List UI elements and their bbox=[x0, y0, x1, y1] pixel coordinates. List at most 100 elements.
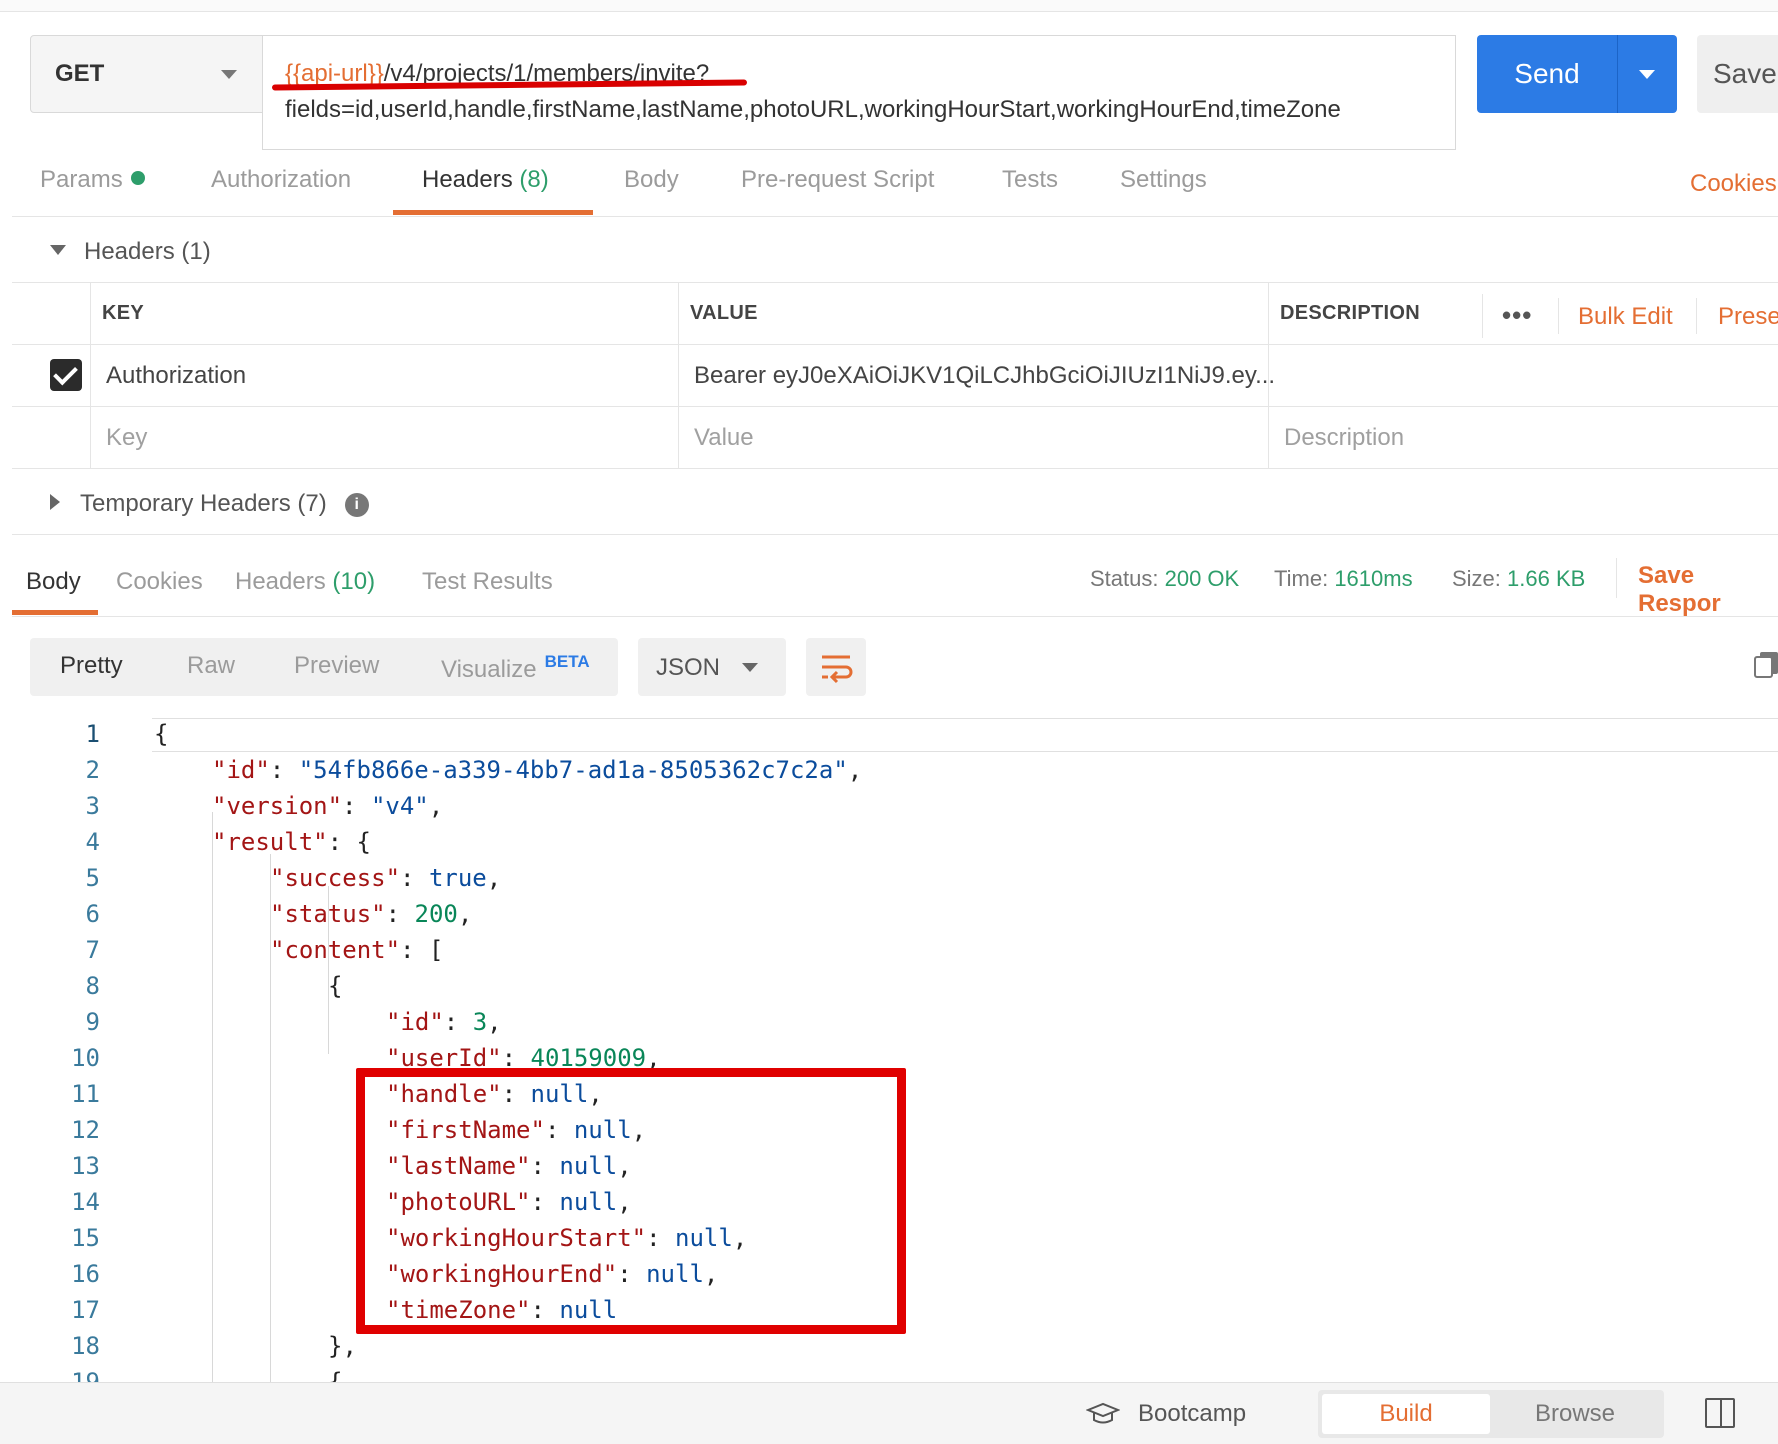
tab-test-results[interactable]: Test Results bbox=[422, 568, 553, 596]
json-key: "status" bbox=[270, 900, 386, 928]
copy-glyph bbox=[1754, 652, 1778, 678]
line-number: 16 bbox=[71, 1260, 100, 1288]
json-key: "id" bbox=[212, 756, 270, 784]
view-raw-button[interactable]: Raw bbox=[187, 652, 235, 680]
divider bbox=[12, 344, 1778, 345]
json-number: 3 bbox=[472, 1008, 488, 1036]
status-value: 200 OK bbox=[1164, 566, 1240, 591]
tab-body[interactable]: Body bbox=[624, 166, 679, 194]
send-label: Send bbox=[1514, 58, 1580, 89]
header-value-cell[interactable]: Bearer eyJ0eXAiOiJKV1QiLCJhbGciOiJIUzI1N… bbox=[694, 362, 1275, 390]
line-number: 19 bbox=[71, 1368, 100, 1382]
divider bbox=[12, 468, 1778, 469]
caret-down-icon bbox=[50, 245, 66, 255]
tab-response-headers-count: (10) bbox=[332, 568, 376, 595]
view-visualize-button[interactable]: Visualize BETA bbox=[441, 652, 590, 684]
indent-guide bbox=[212, 812, 213, 1382]
copy-icon[interactable] bbox=[1754, 650, 1778, 678]
send-button[interactable]: Send bbox=[1477, 35, 1677, 113]
line-number: 5 bbox=[85, 864, 100, 892]
graduation-cap-glyph bbox=[1085, 1402, 1121, 1424]
caret-right-icon bbox=[50, 494, 60, 510]
chevron-down-icon bbox=[221, 70, 237, 79]
format-label: JSON bbox=[656, 654, 721, 681]
wrap-lines-icon[interactable] bbox=[806, 638, 866, 696]
tab-headers[interactable]: Headers (8) bbox=[422, 166, 549, 194]
response-status: Status: 200 OK bbox=[1090, 566, 1239, 592]
line-number: 17 bbox=[71, 1296, 100, 1324]
send-options-button[interactable] bbox=[1618, 69, 1676, 79]
line-number: 9 bbox=[85, 1008, 100, 1036]
tab-tests[interactable]: Tests bbox=[1002, 166, 1058, 194]
tab-prerequest-script[interactable]: Pre-request Script bbox=[741, 166, 934, 194]
tab-response-cookies[interactable]: Cookies bbox=[116, 568, 203, 596]
bulk-edit-link[interactable]: Bulk Edit bbox=[1578, 303, 1673, 331]
format-select[interactable]: JSON bbox=[638, 638, 786, 696]
divider bbox=[12, 216, 1778, 217]
line-number: 4 bbox=[85, 828, 100, 856]
save-response-button[interactable]: Save Respor bbox=[1638, 562, 1778, 618]
new-value-input[interactable]: Value bbox=[694, 424, 754, 452]
view-pretty-button[interactable]: Pretty bbox=[60, 652, 123, 680]
response-time: Time: 1610ms bbox=[1274, 566, 1413, 592]
header-key-cell[interactable]: Authorization bbox=[106, 362, 246, 390]
bootcamp-link[interactable]: Bootcamp bbox=[1138, 1400, 1246, 1428]
save-label: Save bbox=[1713, 58, 1777, 89]
url-input[interactable]: {{api-url}}/v4/projects/1/members/invite… bbox=[262, 35, 1456, 150]
new-key-input[interactable]: Key bbox=[106, 424, 147, 452]
line-number: 14 bbox=[71, 1188, 100, 1216]
time-value: 1610ms bbox=[1334, 566, 1413, 591]
temporary-headers-toggle[interactable]: Temporary Headers (7) i bbox=[50, 490, 369, 518]
active-tab-indicator bbox=[393, 210, 593, 215]
save-button[interactable]: Save bbox=[1697, 35, 1778, 113]
annotation-highlight-box bbox=[356, 1068, 906, 1334]
line-number: 15 bbox=[71, 1224, 100, 1252]
graduation-cap-icon bbox=[1085, 1402, 1121, 1426]
line-number: 2 bbox=[85, 756, 100, 784]
tab-headers-label: Headers bbox=[422, 166, 513, 193]
header-enabled-checkbox[interactable] bbox=[50, 359, 82, 391]
json-boolean: true bbox=[428, 864, 487, 892]
line-number: 11 bbox=[71, 1080, 100, 1108]
method-select[interactable]: GET bbox=[30, 35, 264, 113]
window-top-strip bbox=[0, 0, 1778, 12]
view-preview-button[interactable]: Preview bbox=[294, 652, 379, 680]
new-description-input[interactable]: Description bbox=[1284, 424, 1404, 452]
build-mode-button[interactable]: Build bbox=[1322, 1394, 1490, 1434]
divider bbox=[678, 282, 679, 468]
time-label: Time: bbox=[1274, 566, 1329, 591]
line-number: 7 bbox=[85, 936, 100, 964]
line-number: 3 bbox=[85, 792, 100, 820]
wrap-lines-glyph bbox=[822, 655, 853, 684]
beta-badge: BETA bbox=[544, 652, 590, 671]
two-pane-layout-icon[interactable] bbox=[1705, 1398, 1735, 1428]
divider bbox=[1616, 558, 1617, 598]
divider bbox=[1482, 294, 1483, 338]
tab-params[interactable]: Params bbox=[40, 166, 145, 194]
tab-authorization[interactable]: Authorization bbox=[211, 166, 351, 194]
tab-response-body[interactable]: Body bbox=[26, 568, 81, 596]
line-number: 12 bbox=[71, 1116, 100, 1144]
json-string: "v4" bbox=[370, 792, 429, 820]
line-number: 8 bbox=[85, 972, 100, 1000]
divider bbox=[90, 282, 91, 468]
info-icon[interactable]: i bbox=[344, 493, 369, 517]
presets-link[interactable]: Prese bbox=[1718, 303, 1778, 331]
json-key: "version" bbox=[212, 792, 343, 820]
tab-response-headers[interactable]: Headers (10) bbox=[235, 568, 375, 596]
status-label: Status: bbox=[1090, 566, 1159, 591]
json-string: "54fb866e-a339-4bb7-ad1a-8505362c7c2a" bbox=[298, 756, 848, 784]
headers-section-title: Headers (1) bbox=[84, 238, 211, 265]
chevron-down-icon bbox=[742, 663, 758, 672]
params-indicator-dot bbox=[130, 171, 145, 185]
browse-mode-button[interactable]: Browse bbox=[1490, 1394, 1660, 1434]
json-key: "content" bbox=[270, 936, 401, 964]
headers-section-toggle[interactable]: Headers (1) bbox=[50, 238, 211, 266]
divider bbox=[12, 616, 1778, 617]
size-label: Size: bbox=[1452, 566, 1501, 591]
tab-settings[interactable]: Settings bbox=[1120, 166, 1207, 194]
more-options-icon[interactable]: ••• bbox=[1502, 300, 1532, 331]
tab-params-label: Params bbox=[40, 166, 123, 193]
size-value: 1.66 KB bbox=[1507, 566, 1586, 591]
cookies-link[interactable]: Cookies bbox=[1690, 170, 1777, 198]
